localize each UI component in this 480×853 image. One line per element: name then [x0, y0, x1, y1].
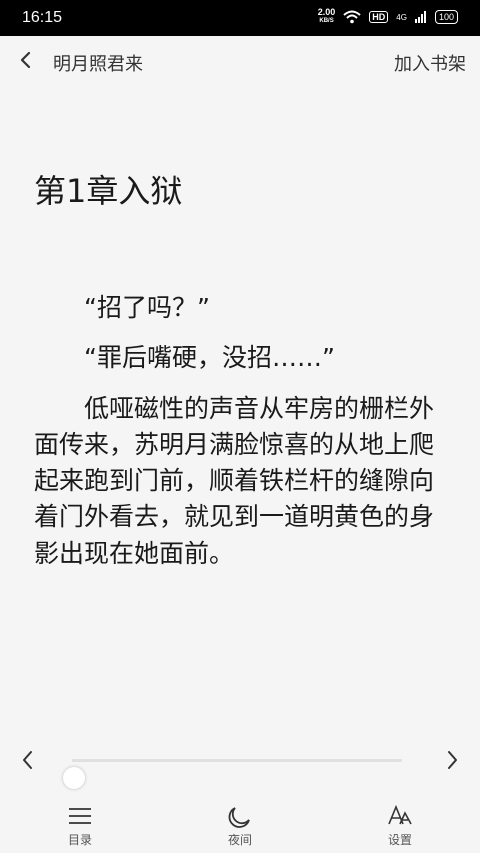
catalog-button[interactable]: 目录 — [40, 800, 120, 848]
next-chapter-icon[interactable] — [442, 748, 462, 772]
book-title: 明月照君来 — [53, 54, 143, 75]
network-speed-unit: KB/S — [319, 18, 334, 24]
wifi-icon — [343, 10, 361, 24]
hd-badge: HD — [369, 11, 389, 23]
signal-icon — [414, 11, 426, 23]
paragraph: 低哑磁性的声音从牢房的栅栏外面传来，苏明月满脸惊喜的从地上爬起来跑到门前，顺着铁… — [34, 393, 435, 568]
status-bar: 16:15 2.00 KB/S HD 4G 100 — [0, 0, 480, 36]
paragraph: “罪后嘴硬，没招……” — [84, 343, 335, 373]
settings-label: 设置 — [387, 833, 412, 847]
settings-button[interactable]: 设置 — [360, 800, 440, 848]
network-speed: 2.00 KB/S — [318, 8, 336, 26]
progress-thumb[interactable] — [63, 767, 85, 789]
chapter-progress — [0, 742, 480, 789]
status-time: 16:15 — [22, 9, 63, 26]
night-mode-label: 夜间 — [227, 833, 252, 847]
chapter-title: 第1章入狱 — [34, 172, 183, 210]
moon-icon — [228, 807, 250, 828]
bottom-nav: 目录 夜间 设置 — [0, 800, 480, 853]
reader-header: 明月照君来 加入书架 — [0, 36, 480, 86]
progress-track[interactable] — [63, 759, 402, 789]
font-icon — [388, 804, 412, 825]
network-speed-value: 2.00 — [317, 7, 336, 17]
add-to-shelf-button[interactable]: 加入书架 — [394, 50, 466, 76]
catalog-label: 目录 — [67, 833, 92, 847]
battery-indicator: 100 — [434, 10, 458, 24]
prev-chapter-icon[interactable] — [18, 748, 38, 772]
status-icons: 2.00 KB/S HD 4G 100 — [318, 8, 458, 26]
menu-icon — [69, 808, 91, 824]
night-mode-button[interactable]: 夜间 — [200, 800, 280, 848]
chapter-content: “招了吗？” “罪后嘴硬，没招……” 低哑磁性的声音从牢房的栅栏外面传来，苏明月… — [34, 290, 448, 586]
back-icon[interactable] — [16, 50, 36, 70]
network-type: 4G — [396, 12, 407, 22]
paragraph: “招了吗？” — [84, 293, 210, 322]
